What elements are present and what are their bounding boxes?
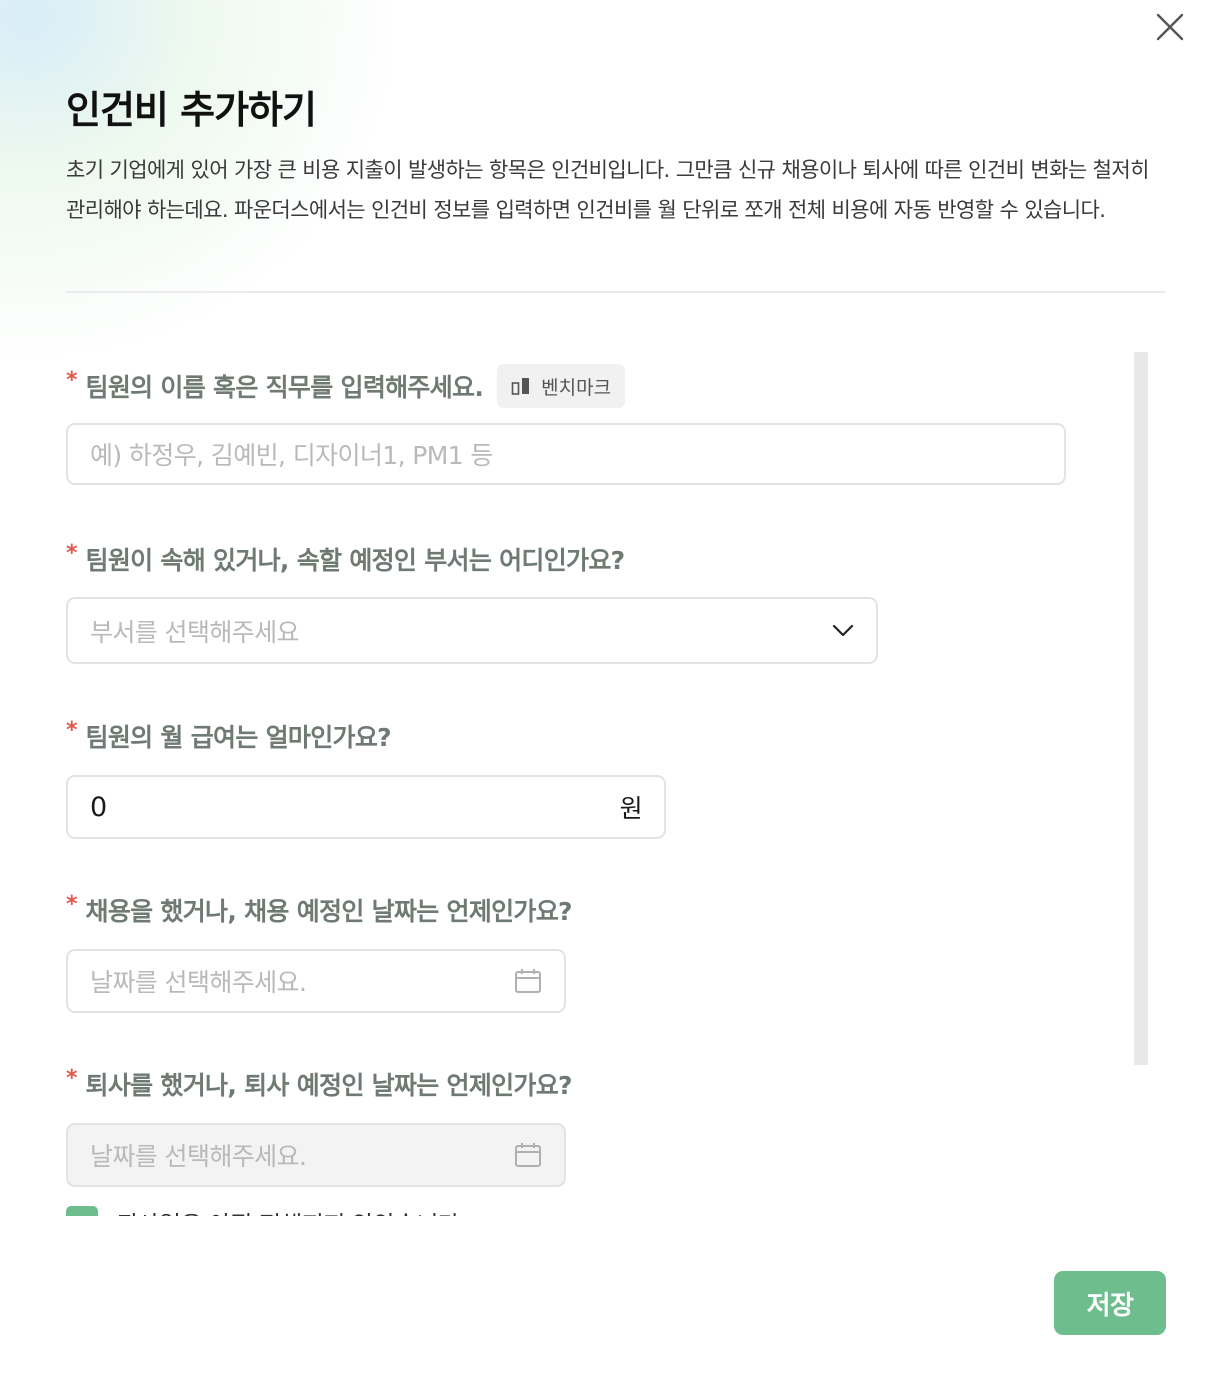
hire-date-picker[interactable]: 날짜를 선택해주세요. bbox=[66, 949, 566, 1013]
leave-date-undecided-label: 퇴사일은 아직 정해지지 않았습니다 bbox=[116, 1205, 460, 1217]
department-select[interactable]: 부서를 선택해주세요 bbox=[66, 597, 878, 664]
salary-question: * 팀원의 월 급여는 얼마인가요? bbox=[66, 716, 392, 756]
leave-date-undecided-checkbox[interactable] bbox=[66, 1206, 98, 1216]
required-mark: * bbox=[66, 1065, 78, 1091]
member-name-input[interactable]: 예) 하정우, 김예빈, 디자이너1, PM1 등 bbox=[66, 423, 1066, 485]
leave-date-undecided-row[interactable]: 퇴사일은 아직 정해지지 않았습니다 bbox=[66, 1205, 460, 1217]
save-button[interactable]: 저장 bbox=[1054, 1271, 1166, 1335]
calendar-icon[interactable] bbox=[514, 968, 542, 994]
benchmark-button[interactable]: 벤치마크 bbox=[497, 364, 626, 408]
required-mark: * bbox=[66, 891, 78, 917]
department-question: * 팀원이 속해 있거나, 속할 예정인 부서는 어디인가요? bbox=[66, 539, 626, 579]
close-icon bbox=[1156, 13, 1184, 41]
salary-value: 0 bbox=[90, 791, 107, 823]
required-mark: * bbox=[66, 540, 78, 566]
hire-date-question: * 채용을 했거나, 채용 예정인 날짜는 언제인가요? bbox=[66, 890, 573, 930]
chevron-down-icon bbox=[832, 624, 854, 638]
leave-date-question-label: 퇴사를 했거나, 퇴사 예정인 날짜는 언제인가요? bbox=[85, 1071, 573, 1100]
department-question-label: 팀원이 속해 있거나, 속할 예정인 부서는 어디인가요? bbox=[85, 546, 626, 575]
member-name-placeholder: 예) 하정우, 김예빈, 디자이너1, PM1 등 bbox=[90, 441, 493, 470]
leave-date-question: * 퇴사를 했거나, 퇴사 예정인 날짜는 언제인가요? bbox=[66, 1064, 573, 1104]
salary-question-label: 팀원의 월 급여는 얼마인가요? bbox=[85, 723, 392, 752]
name-question-label: 팀원의 이름 혹은 직무를 입력해주세요. bbox=[85, 373, 484, 402]
form-scroll-area[interactable]: * 팀원의 이름 혹은 직무를 입력해주세요. 벤치마크 예) 하정우, 김예빈… bbox=[66, 352, 1136, 1216]
calendar-icon[interactable] bbox=[514, 1142, 542, 1168]
add-labor-cost-modal: 인건비 추가하기 초기 기업에게 있어 가장 큰 비용 지출이 발생하는 항목은… bbox=[0, 0, 1216, 1376]
leave-date-placeholder: 날짜를 선택해주세요. bbox=[90, 1142, 307, 1171]
divider bbox=[66, 291, 1166, 293]
modal-title: 인건비 추가하기 bbox=[66, 88, 317, 132]
leave-date-picker[interactable]: 날짜를 선택해주세요. bbox=[66, 1123, 566, 1187]
salary-input[interactable]: 0 원 bbox=[66, 775, 666, 839]
benchmark-label: 벤치마크 bbox=[541, 376, 612, 399]
bar-chart-icon bbox=[511, 377, 531, 395]
scrollbar[interactable] bbox=[1134, 352, 1148, 1065]
hire-date-question-label: 채용을 했거나, 채용 예정인 날짜는 언제인가요? bbox=[85, 897, 573, 926]
required-mark: * bbox=[66, 367, 78, 393]
hire-date-placeholder: 날짜를 선택해주세요. bbox=[90, 968, 307, 997]
department-placeholder: 부서를 선택해주세요 bbox=[90, 617, 300, 647]
salary-unit: 원 bbox=[619, 794, 643, 823]
close-button[interactable] bbox=[1154, 11, 1186, 43]
modal-description: 초기 기업에게 있어 가장 큰 비용 지출이 발생하는 항목은 인건비입니다. … bbox=[66, 158, 1149, 222]
required-mark: * bbox=[66, 717, 78, 743]
name-question: * 팀원의 이름 혹은 직무를 입력해주세요. 벤치마크 bbox=[66, 364, 626, 408]
